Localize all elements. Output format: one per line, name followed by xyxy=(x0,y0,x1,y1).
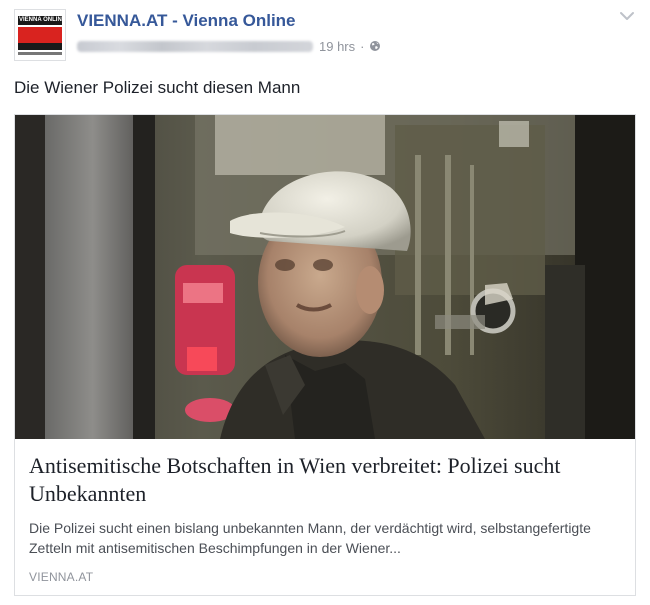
page-avatar[interactable]: VIENNA ONLINE xyxy=(14,9,66,61)
blurred-meta-text xyxy=(77,40,313,52)
link-description: Die Polizei sucht einen bislang unbekann… xyxy=(29,520,591,556)
post-message: Die Wiener Polizei sucht diesen Mann xyxy=(14,78,301,97)
link-card-body[interactable]: Antisemitische Botschaften in Wien verbr… xyxy=(15,440,635,595)
facebook-post: VIENNA ONLINE VIENNA.AT - Vienna Online … xyxy=(0,0,650,605)
chevron-down-icon[interactable] xyxy=(618,9,636,23)
logo-bottom-bar xyxy=(18,52,62,55)
link-source-domain: VIENNA.AT xyxy=(29,570,94,584)
post-header: VIENNA ONLINE VIENNA.AT - Vienna Online … xyxy=(14,9,636,65)
link-preview-card[interactable]: Antisemitische Botschaften in Wien verbr… xyxy=(14,114,636,596)
logo-black-block xyxy=(18,43,62,50)
logo-red-block xyxy=(18,27,62,43)
page-name-link[interactable]: VIENNA.AT - Vienna Online xyxy=(77,11,296,31)
post-timestamp[interactable]: 19 hrs xyxy=(319,39,355,54)
surveillance-photo[interactable] xyxy=(15,115,635,439)
post-meta: 19 hrs · xyxy=(77,37,381,55)
meta-separator: · xyxy=(360,38,365,54)
logo-text: VIENNA ONLINE xyxy=(19,17,66,23)
link-title[interactable]: Antisemitische Botschaften in Wien verbr… xyxy=(29,452,625,508)
globe-icon[interactable] xyxy=(369,40,381,52)
